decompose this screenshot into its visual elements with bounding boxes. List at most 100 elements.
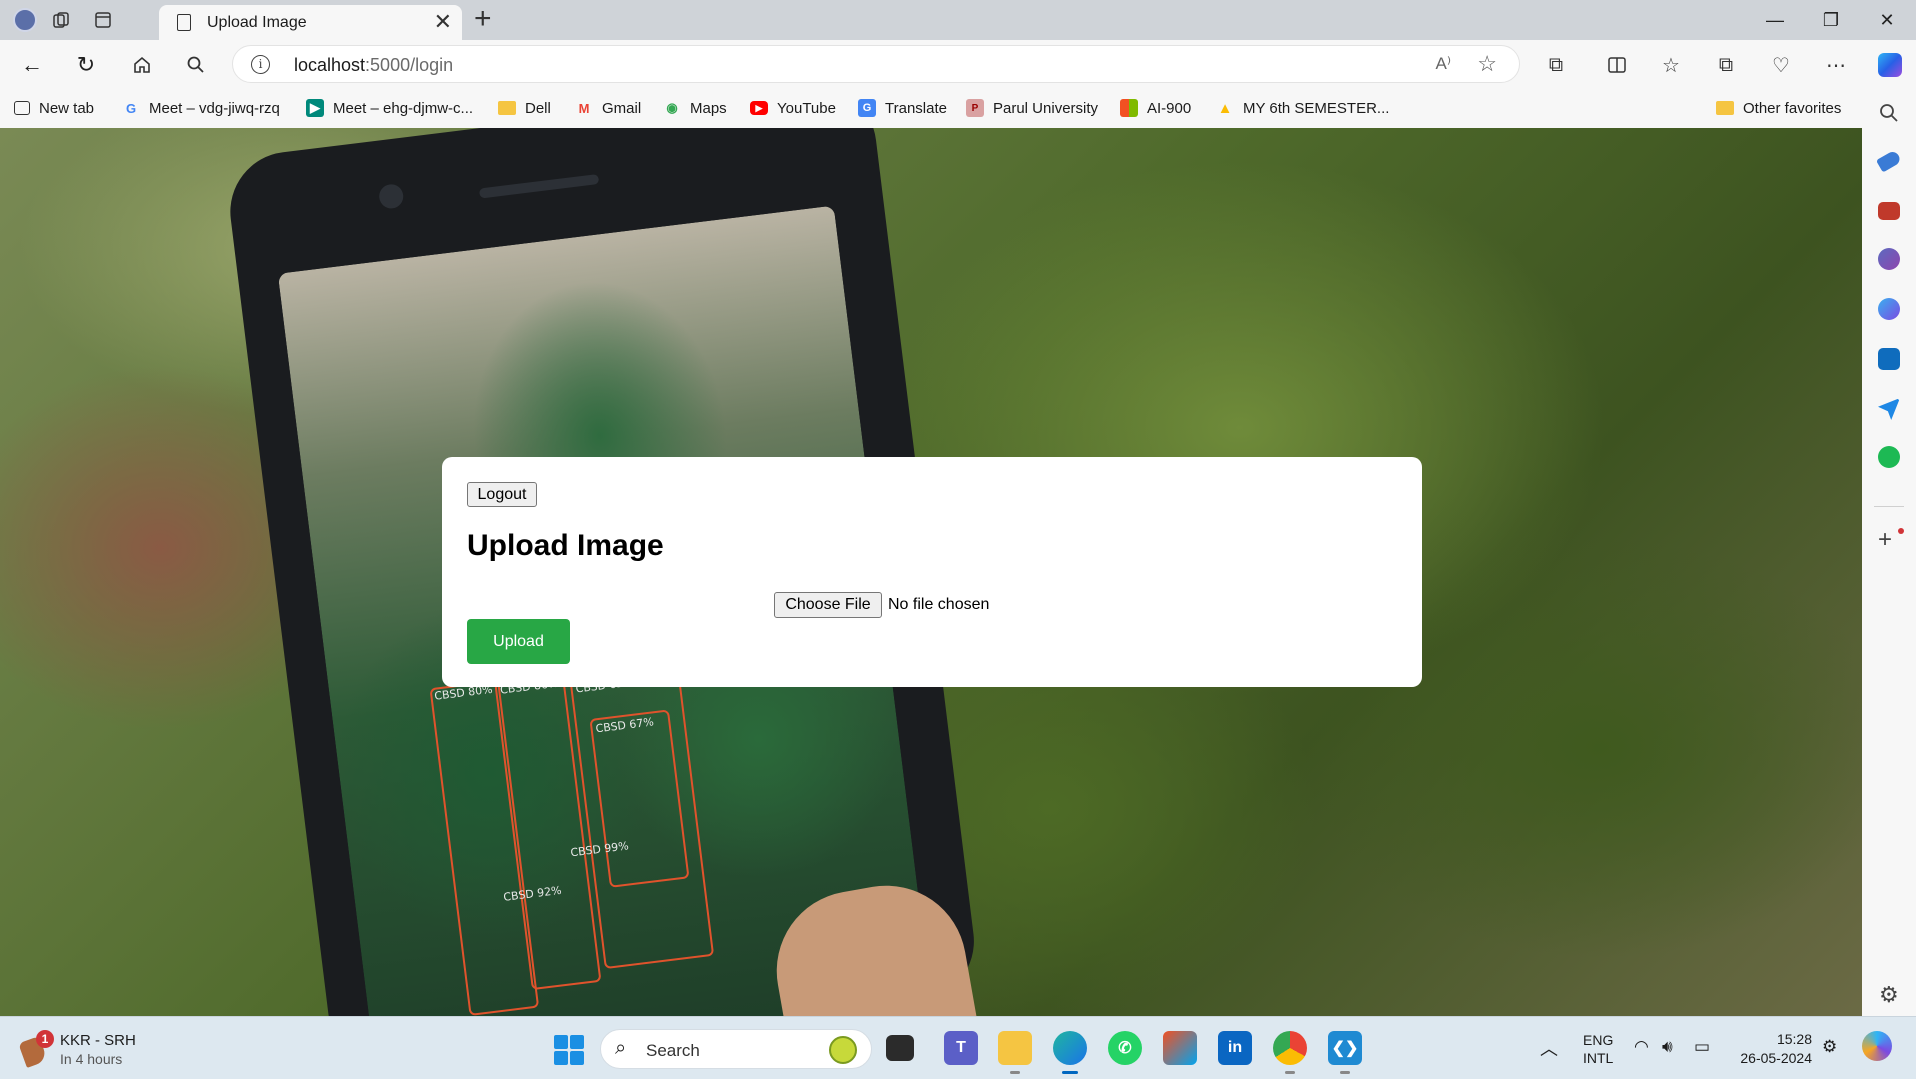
language-code: ENG [1583,1032,1614,1048]
home-icon[interactable] [126,49,158,81]
favorite-item[interactable]: AI-900 [1120,96,1191,120]
edge-sidebar: + ⚙ [1862,88,1916,1016]
outlook-icon[interactable] [1878,348,1900,370]
file-explorer-icon[interactable] [998,1031,1032,1074]
store-icon[interactable] [1163,1031,1197,1065]
back-icon[interactable]: ← [16,49,48,81]
logout-button[interactable]: Logout [467,482,537,507]
search-label: Search [646,1041,700,1060]
start-tile [554,1035,568,1049]
shopping-tag-icon[interactable] [1875,149,1903,173]
favorite-item[interactable]: ▶ YouTube [750,96,836,120]
parul-icon: P [966,99,984,117]
new-tab-icon[interactable]: + [474,3,492,35]
favorite-label: MY 6th SEMESTER... [1243,99,1390,117]
favorite-label: Meet – vdg-jiwq-rzq [149,99,280,117]
start-button[interactable] [554,1035,584,1065]
sidebar-search-icon[interactable] [1878,102,1900,129]
copilot-icon[interactable] [1874,49,1906,81]
extensions-icon[interactable]: ⧉ [1540,49,1572,81]
spotify-icon[interactable] [1878,446,1900,468]
search-highlight-icon [829,1036,857,1064]
chrome-icon[interactable] [1273,1031,1307,1074]
refresh-icon[interactable]: ↻ [70,49,102,81]
vscode-icon[interactable]: ❮❯ [1328,1031,1362,1074]
site-info-icon[interactable]: i [251,55,270,74]
notification-dot [1898,528,1904,534]
favorite-item[interactable]: ◉ Maps [663,96,727,120]
read-aloud-icon[interactable]: A⁾ [1435,54,1451,74]
volume-icon[interactable]: 🔊︎ [1662,1037,1673,1057]
profile-avatar[interactable] [12,7,38,33]
favorite-label: Gmail [602,99,642,117]
language-indicator[interactable]: ENG INTL [1583,1031,1613,1067]
taskbar-search[interactable]: ⌕ Search [600,1029,872,1069]
favorite-item[interactable]: P Parul University [966,96,1098,120]
tools-icon[interactable] [1878,202,1900,220]
telegram-icon[interactable] [1878,398,1900,420]
whatsapp-icon[interactable]: ✆ [1108,1031,1142,1065]
start-tile [570,1035,584,1049]
favorite-item[interactable]: G Meet – vdg-jiwq-rzq [122,96,280,120]
choose-file-button[interactable]: Choose File [774,592,882,618]
browser-title-bar: Upload Image ✕ + — ❐ ✕ [0,0,1916,40]
folder-icon [498,101,516,115]
favorite-item[interactable]: G Translate [858,96,947,120]
other-favorites[interactable]: Other favorites [1716,96,1841,120]
close-window-icon[interactable]: ✕ [1864,4,1910,36]
favorite-item[interactable]: ▲ MY 6th SEMESTER... [1216,96,1390,120]
task-view-icon[interactable] [886,1035,914,1061]
browser-essentials-icon[interactable]: ♡ [1765,49,1797,81]
microsoft-icon [1120,99,1138,117]
upload-button[interactable]: Upload [467,619,570,664]
url-text[interactable]: localhost:5000/login [294,55,453,76]
favorite-item[interactable]: M Gmail [575,96,642,120]
battery-icon[interactable]: ▭ [1694,1037,1710,1057]
search-icon[interactable] [180,49,212,81]
favorite-item[interactable]: New tab [14,96,94,120]
file-input[interactable]: Choose File No file chosen [774,592,989,618]
address-bar[interactable]: i localhost:5000/login A⁾ ☆ [232,45,1520,83]
show-hidden-icons-icon[interactable]: ︿ [1540,1035,1558,1061]
favorite-item[interactable]: Dell [498,96,551,120]
avatar-image [13,8,37,32]
teams-icon[interactable]: T [944,1031,978,1065]
google-icon: G [125,100,137,116]
start-tile [554,1051,568,1065]
favorites-icon[interactable]: ☆ [1655,49,1687,81]
notification-badge: 1 [36,1030,54,1048]
sidebar-settings-icon[interactable]: ⚙ [1879,984,1899,1006]
add-sidebar-app-icon[interactable]: + [1878,528,1892,552]
favorite-label: AI-900 [1147,99,1192,117]
workspaces-icon[interactable] [48,7,74,33]
notification-bell-icon[interactable]: ⚙ [1822,1037,1837,1057]
clock[interactable]: 15:28 26-05-2024 [1732,1030,1812,1068]
windows-taskbar: 1 KKR - SRH In 4 hours ⌕ Search T ✆ in ❮… [0,1016,1916,1079]
edge-icon[interactable] [1053,1031,1087,1074]
favorite-label: Translate [885,99,947,117]
tab-close-icon[interactable]: ✕ [434,10,452,34]
favorite-star-icon[interactable]: ☆ [1477,51,1497,77]
linkedin-icon[interactable]: in [1218,1031,1252,1065]
tab-upload-image[interactable]: Upload Image ✕ [159,5,462,40]
games-icon[interactable] [1878,248,1900,270]
favorite-label: Maps [690,99,727,117]
copilot-taskbar-icon[interactable] [1862,1031,1892,1061]
wifi-icon[interactable]: ◠ [1634,1037,1649,1057]
more-options-icon[interactable]: ⋯ [1820,49,1852,81]
page-icon [177,14,191,31]
translate-icon: G [858,99,876,117]
minimize-icon[interactable]: — [1752,4,1798,36]
microsoft365-icon[interactable] [1878,298,1900,320]
favorite-item[interactable]: ▶ Meet – ehg-djmw-c... [306,96,473,120]
clock-time: 15:28 [1776,1031,1812,1047]
other-favorites-label: Other favorites [1743,99,1842,117]
vertical-tabs-icon[interactable] [90,7,116,33]
sports-widget[interactable]: 1 KKR - SRH In 4 hours [18,1029,150,1069]
collections-icon[interactable]: ⧉ [1710,49,1742,81]
tab-title: Upload Image [207,14,307,31]
restore-icon[interactable]: ❐ [1808,4,1854,36]
split-screen-icon[interactable] [1601,49,1633,81]
start-tile [570,1051,584,1065]
widget-title: KKR - SRH [60,1032,136,1049]
